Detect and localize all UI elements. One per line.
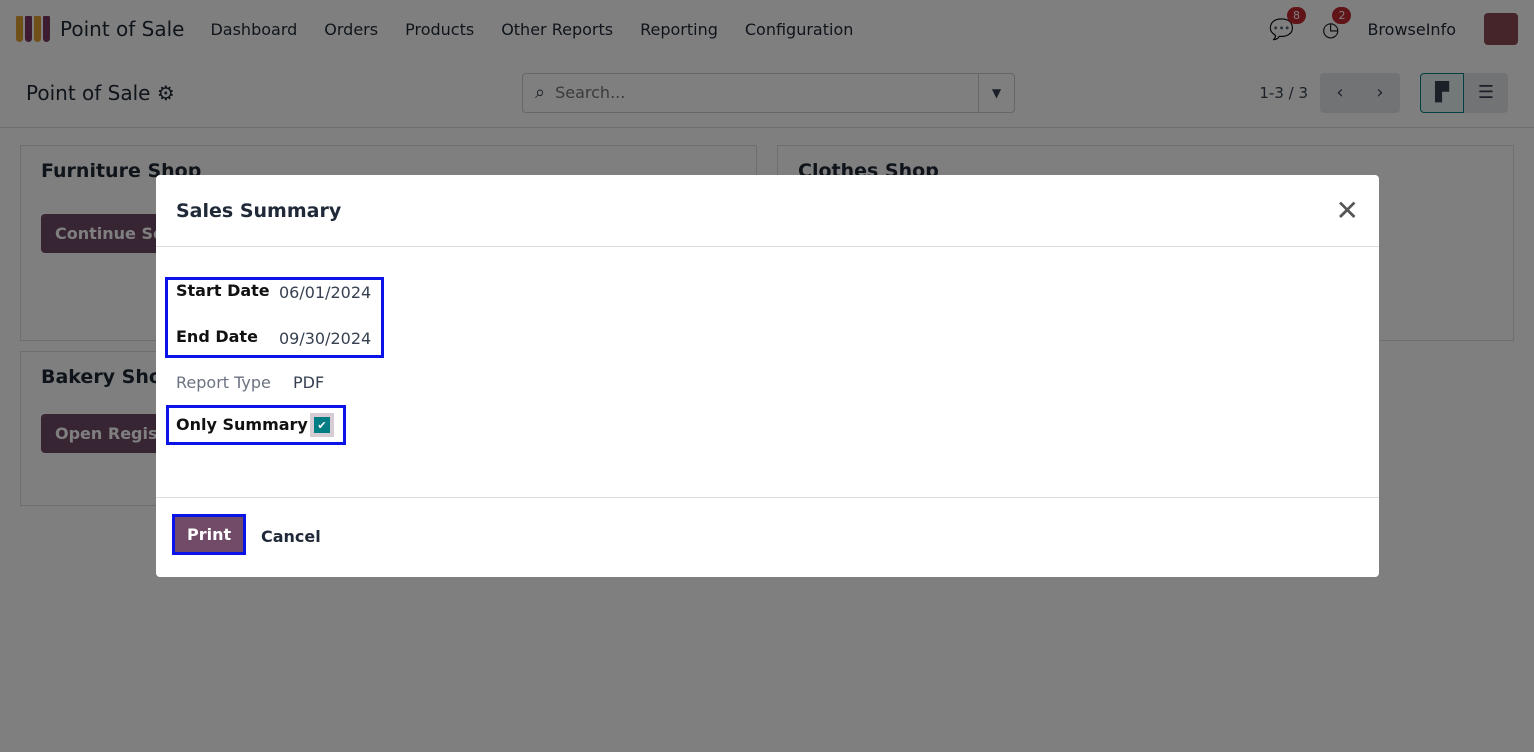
end-date-field[interactable]: 09/30/2024 [279,329,371,348]
print-button[interactable]: Print [172,514,247,555]
report-type-label: Report Type [176,373,271,392]
close-icon[interactable]: ✕ [1336,194,1359,227]
end-date-label: End Date [176,327,258,346]
start-date-label: Start Date [176,281,270,300]
only-summary-label: Only Summary [176,415,308,434]
cancel-button[interactable]: Cancel [261,527,321,546]
dialog-title: Sales Summary [176,199,342,222]
sales-summary-dialog: Sales Summary ✕ Start Date 06/01/2024 End… [156,175,1379,577]
check-icon: ✔ [314,417,330,433]
only-summary-checkbox[interactable]: ✔ [310,413,334,437]
start-date-field[interactable]: 06/01/2024 [279,283,371,302]
report-type-field[interactable]: PDF [293,373,324,392]
